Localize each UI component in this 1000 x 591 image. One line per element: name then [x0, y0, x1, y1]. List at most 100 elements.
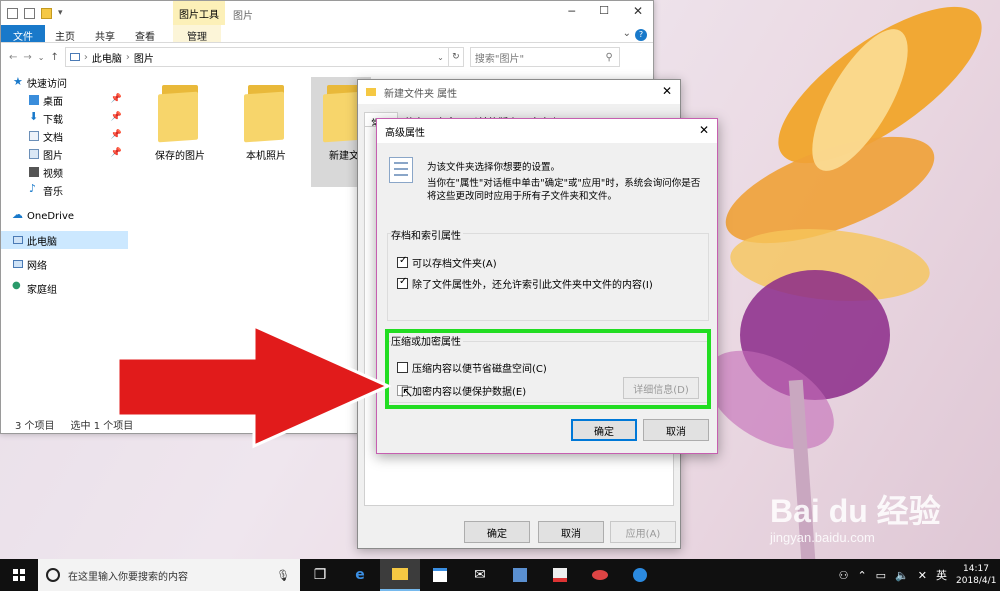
props-apply-button[interactable]: 应用(A) — [610, 521, 676, 543]
nav-desktop[interactable]: 桌面 📌 — [1, 91, 128, 109]
index-checkbox[interactable]: 除了文件属性外，还允许索引此文件夹中文件的内容(I) — [397, 276, 653, 291]
pin-icon[interactable]: 📌 — [111, 130, 122, 140]
tab-manage[interactable]: 管理 — [173, 25, 221, 43]
file-explorer-icon[interactable] — [380, 559, 420, 591]
up-icon[interactable]: ↑ — [50, 52, 58, 63]
archive-checkbox[interactable]: 可以存档文件夹(A) — [397, 255, 497, 270]
pin-icon[interactable]: 📌 — [111, 94, 122, 104]
breadcrumb-this-pc[interactable]: 此电脑 — [92, 50, 122, 65]
props-cancel-button[interactable]: 取消 — [538, 521, 604, 543]
nav-onedrive[interactable]: ☁ OneDrive — [1, 207, 128, 225]
nav-pictures[interactable]: 图片 📌 — [1, 145, 128, 163]
close-button[interactable]: ✕ — [633, 4, 643, 18]
qat-dropdown-icon[interactable]: ▾ — [58, 8, 63, 18]
address-bar[interactable]: › 此电脑 › 图片 ⌄ — [64, 47, 449, 67]
help-icon[interactable]: ? — [635, 29, 647, 41]
people-icon[interactable]: ⚇ — [839, 569, 849, 582]
nav-music[interactable]: ♪ 音乐 — [1, 181, 128, 199]
pin-icon[interactable]: 📌 — [111, 148, 122, 158]
nav-this-pc[interactable]: 此电脑 — [1, 231, 128, 249]
tab-file[interactable]: 文件 — [1, 25, 45, 43]
wallpaper-flower — [689, 0, 1000, 561]
ime-indicator[interactable]: 英 — [936, 567, 947, 583]
address-row: ← → ⌄ ↑ › 此电脑 › 图片 ⌄ ↻ 搜索"图片" ⚲ — [1, 43, 653, 71]
folder-saved-pictures[interactable]: 保存的图片 — [145, 85, 215, 162]
adv-description: 为该文件夹选择你想要的设置。 — [427, 162, 561, 173]
archive-index-title: 存档和索引属性 — [391, 227, 463, 242]
folder-camera-roll[interactable]: 本机照片 — [231, 85, 301, 162]
taskbar: 在这里输入你要搜索的内容 🎙 ❐ e ✉ ⚇ ⌃ ▭ 🔈 ✕ 英 14:17 2… — [0, 559, 1000, 591]
adv-ok-button[interactable]: 确定 — [571, 419, 637, 441]
tab-view[interactable]: 查看 — [125, 25, 165, 43]
ribbon-tabs: 文件 主页 共享 查看 管理 ⌄ ? — [1, 25, 653, 43]
tray-chevron-icon[interactable]: ⌃ — [857, 569, 866, 582]
picture-tools-header: 图片工具 — [173, 1, 225, 25]
search-input[interactable]: 搜索"图片" ⚲ — [469, 47, 620, 67]
maximize-button[interactable]: ☐ — [599, 4, 609, 17]
adv-cancel-button[interactable]: 取消 — [643, 419, 709, 441]
advanced-attributes-dialog: 高级属性 ✕ 为该文件夹选择你想要的设置。 当你在"属性"对话框中单击"确定"或… — [376, 118, 718, 454]
nav-network[interactable]: 网络 — [1, 255, 128, 273]
watermark: Bai du 经验 jingyan.baidu.com — [770, 486, 1000, 545]
minimize-button[interactable]: ─ — [568, 5, 575, 18]
props-ok-button[interactable]: 确定 — [464, 521, 530, 543]
watermark-url: jingyan.baidu.com — [770, 530, 875, 545]
pin-icon[interactable]: 📌 — [111, 112, 122, 122]
properties-icon[interactable] — [24, 7, 35, 19]
clock-time: 14:17 — [963, 564, 989, 574]
adv-close-button[interactable]: ✕ — [699, 123, 709, 137]
checkbox-checked[interactable] — [397, 255, 408, 268]
watermark-brand: Bai du 经验 — [770, 493, 941, 529]
address-dropdown-icon[interactable]: ⌄ — [437, 53, 444, 62]
microphone-icon[interactable]: 🎙 — [276, 569, 290, 582]
green-highlight-box — [385, 329, 711, 409]
nav-quick-access[interactable]: ★ 快速访问 — [1, 73, 128, 91]
store-icon[interactable] — [420, 559, 460, 591]
network-tray-icon[interactable]: ▭ — [876, 569, 886, 582]
computer-icon — [69, 53, 80, 61]
task-view-icon[interactable]: ❐ — [300, 559, 340, 591]
nav-videos[interactable]: 视频 — [1, 163, 128, 181]
nav-downloads[interactable]: ⬇ 下载 📌 — [1, 109, 128, 127]
refresh-icon[interactable]: ↻ — [447, 47, 464, 67]
forward-icon[interactable]: → — [23, 52, 31, 63]
red-arrow — [116, 324, 392, 449]
desktop-icon — [29, 95, 39, 105]
expand-ribbon-icon[interactable]: ⌄ — [623, 25, 631, 42]
settings-list-icon — [389, 157, 413, 183]
computer-icon — [13, 236, 23, 244]
download-icon: ⬇ — [29, 110, 39, 123]
recent-dropdown-icon[interactable]: ⌄ — [38, 53, 45, 62]
cortana-icon — [46, 568, 60, 582]
clock-date: 2018/4/1 — [956, 576, 997, 586]
folder-icon — [244, 85, 288, 143]
search-icon: ⚲ — [605, 51, 613, 63]
app-icon-3[interactable] — [580, 559, 620, 591]
pictures-icon — [29, 149, 39, 159]
props-title: 新建文件夹 属性 — [384, 88, 458, 100]
tab-share[interactable]: 共享 — [85, 25, 125, 43]
clock[interactable]: 14:17 2018/4/1 — [956, 563, 996, 587]
breadcrumb-pictures[interactable]: 图片 — [134, 50, 154, 65]
ime-mode-icon[interactable]: ✕ — [918, 569, 927, 582]
app-icon-1[interactable] — [500, 559, 540, 591]
new-folder-icon[interactable] — [41, 7, 52, 19]
tab-home[interactable]: 主页 — [45, 25, 85, 43]
app-icon-2[interactable] — [540, 559, 580, 591]
volume-icon[interactable]: 🔈 — [895, 569, 909, 582]
music-icon: ♪ — [29, 182, 37, 195]
navigation-pane: ★ 快速访问 桌面 📌 ⬇ 下载 📌 文档 📌 图片 📌 视频 ♪ 音乐 ☁ OneDrive … — [1, 73, 128, 417]
nav-documents[interactable]: 文档 📌 — [1, 127, 128, 145]
mail-icon[interactable]: ✉ — [460, 559, 500, 591]
window-title: 图片 — [233, 11, 253, 22]
props-close-button[interactable]: ✕ — [662, 84, 672, 98]
start-button[interactable] — [0, 559, 38, 591]
explorer-titlebar: ▾ 图片工具 图片 ─ ☐ ✕ — [1, 1, 653, 25]
taskbar-search[interactable]: 在这里输入你要搜索的内容 🎙 — [38, 559, 300, 591]
checkbox-checked[interactable] — [397, 276, 408, 289]
back-icon[interactable]: ← — [9, 52, 17, 63]
nav-homegroup[interactable]: ● 家庭组 — [1, 279, 128, 297]
browser-icon[interactable] — [620, 559, 660, 591]
edge-icon[interactable]: e — [340, 559, 380, 591]
windows-logo-icon — [13, 569, 25, 581]
